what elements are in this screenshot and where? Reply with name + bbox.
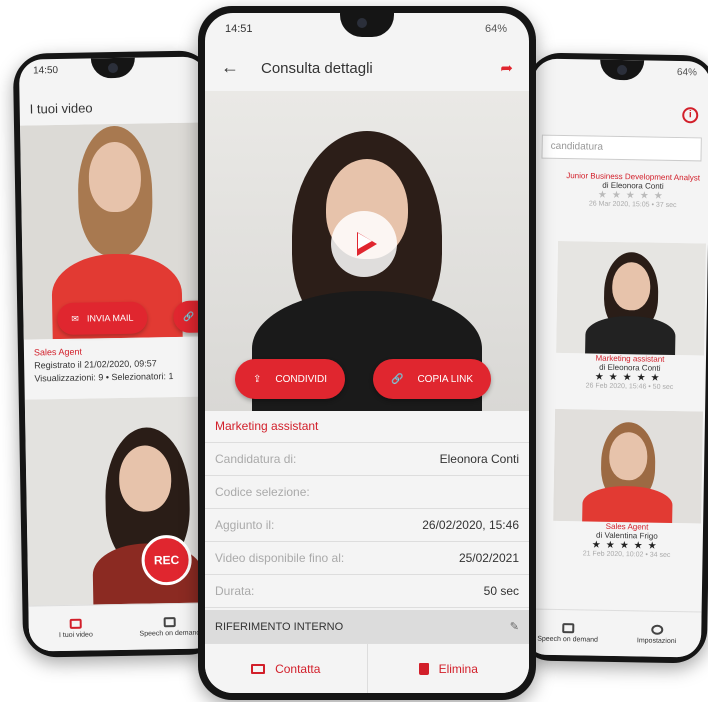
- bottom-nav: I tuoi video Speech on demand: [28, 602, 218, 652]
- camera-preview: [24, 396, 217, 610]
- left-phone: 14:50 I tuoi video ✉ INVIA MAIL 🔗 Sales …: [12, 50, 224, 658]
- job-title: Marketing assistant: [205, 411, 529, 443]
- card-meta: 26 Mar 2020, 15:05 • 37 sec: [588, 200, 677, 210]
- left-screen: 14:50 I tuoi video ✉ INVIA MAIL 🔗 Sales …: [18, 56, 218, 652]
- info-icon[interactable]: i: [682, 107, 699, 124]
- play-icon[interactable]: [331, 211, 397, 277]
- video-card[interactable]: Sales Agent di Valentina Frigo ★★★★★ 21 …: [553, 521, 702, 560]
- nav-my-videos[interactable]: I tuoi video: [28, 605, 123, 652]
- delete-button[interactable]: Elimina: [366, 644, 530, 693]
- mail-icon: [251, 663, 266, 674]
- camera-notch: [90, 57, 136, 79]
- page-title: I tuoi video: [29, 100, 93, 117]
- status-time: 14:50: [32, 65, 59, 77]
- detail-row: Video disponibile fino al: 25/02/2021: [205, 542, 529, 575]
- chat-icon: [163, 616, 176, 627]
- right-screen: 64% i candidatura Junior Business Develo…: [522, 58, 708, 658]
- right-phone: 64% i candidatura Junior Business Develo…: [516, 52, 708, 664]
- detail-row: Aggiunto il: 26/02/2020, 15:46: [205, 509, 529, 542]
- detail-row: Codice selezione:: [205, 476, 529, 509]
- camera-notch: [599, 59, 645, 81]
- detail-row: Candidatura di: Eleonora Conti: [205, 443, 529, 476]
- internal-reference-section[interactable]: RIFERIMENTO INTERNO ✎: [205, 610, 529, 643]
- video-card[interactable]: Junior Business Development Analyst di E…: [559, 171, 708, 210]
- send-mail-button[interactable]: ✉ INVIA MAIL: [57, 301, 148, 336]
- status-battery: 64%: [676, 67, 698, 79]
- video-thumbnail[interactable]: [553, 408, 704, 524]
- status-battery: 64%: [484, 23, 507, 35]
- nav-speech-on-demand[interactable]: Speech on demand: [523, 609, 613, 656]
- link-icon: 🔗: [391, 373, 404, 385]
- gear-icon: [650, 624, 663, 635]
- chat-icon: [561, 622, 574, 633]
- center-phone: 14:51 64% ← Consulta dettagli ➦ ⇪ CONDIV…: [198, 6, 536, 700]
- video-card[interactable]: Marketing assistant di Eleonora Conti ★★…: [555, 353, 704, 392]
- page-title: Consulta dettagli: [261, 60, 373, 77]
- app-header: ← Consulta dettagli ➦: [205, 47, 529, 91]
- pencil-icon[interactable]: ✎: [510, 620, 519, 633]
- nav-settings[interactable]: Impostazioni: [612, 611, 702, 658]
- card-meta: 21 Feb 2020, 10:02 • 34 sec: [582, 550, 671, 559]
- video-icon: [69, 618, 82, 629]
- video-stats: Visualizzazioni: 9 • Selezionatori: 1: [34, 371, 174, 384]
- share-arrow-icon[interactable]: ➦: [500, 59, 513, 77]
- video-info: Sales Agent Registrato il 21/02/2020, 09…: [34, 344, 174, 385]
- detail-row: Durata: 50 sec: [205, 575, 529, 608]
- contact-button[interactable]: Contatta: [205, 644, 367, 693]
- camera-notch: [340, 13, 394, 37]
- video-player[interactable]: ⇪ CONDIVIDI 🔗 COPIA LINK: [205, 91, 529, 411]
- card-meta: 26 Feb 2020, 15:46 • 50 sec: [585, 382, 674, 391]
- video-thumbnail[interactable]: [556, 240, 707, 356]
- app-showcase: 14:50 I tuoi video ✉ INVIA MAIL 🔗 Sales …: [0, 0, 708, 702]
- upload-icon: ⇪: [253, 373, 262, 385]
- back-arrow-icon[interactable]: ←: [221, 57, 239, 78]
- center-screen: 14:51 64% ← Consulta dettagli ➦ ⇪ CONDIV…: [205, 13, 529, 693]
- mail-icon: ✉: [71, 313, 80, 324]
- status-time: 14:51: [225, 23, 253, 35]
- bottom-nav: Speech on demand Impostazioni: [522, 608, 702, 658]
- copy-link-button[interactable]: 🔗 COPIA LINK: [373, 359, 492, 399]
- action-bar: Contatta Elimina: [205, 643, 529, 693]
- link-icon: 🔗: [183, 311, 195, 322]
- search-input[interactable]: candidatura: [541, 134, 702, 162]
- trash-icon: [418, 662, 429, 675]
- share-button[interactable]: ⇪ CONDIVIDI: [235, 359, 346, 399]
